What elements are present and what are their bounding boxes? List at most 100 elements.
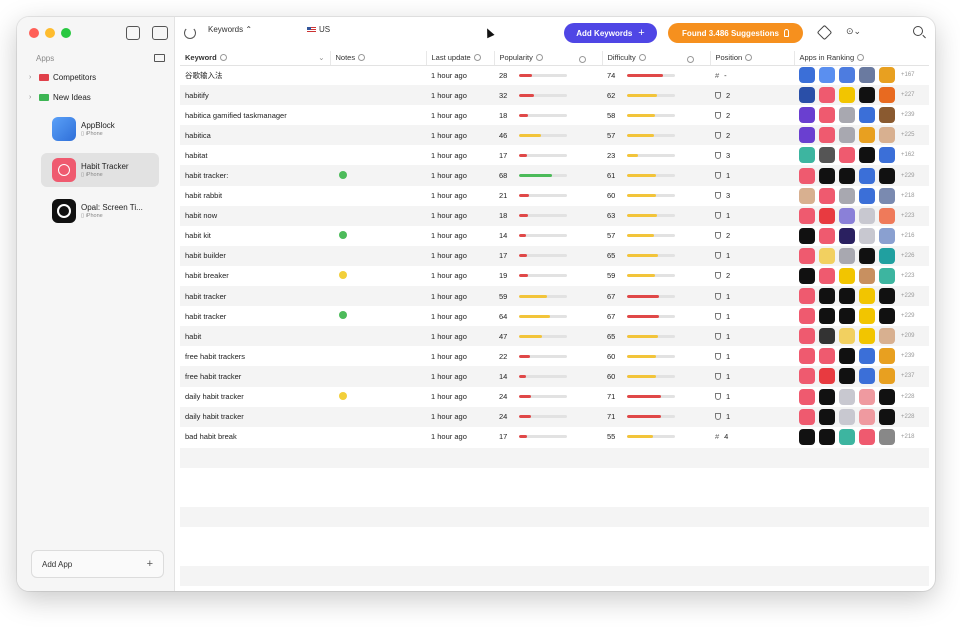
keyword-cell[interactable]: habit now	[180, 205, 330, 226]
add-app-button[interactable]: Add App +	[31, 550, 164, 578]
ranking-app-icon[interactable]	[819, 328, 835, 345]
ranking-app-icon[interactable]	[839, 308, 855, 325]
tag-icon[interactable]	[816, 24, 833, 41]
table-row[interactable]: daily habit tracker 1 hour ago 24 71 1 +228	[180, 406, 929, 427]
ranking-app-icon[interactable]	[879, 87, 895, 104]
ranking-app-icon[interactable]	[819, 368, 835, 385]
search-icon[interactable]	[913, 26, 923, 36]
table-row[interactable]: habit 1 hour ago 47 65 1 +209	[180, 326, 929, 347]
ranking-app-icon[interactable]	[799, 428, 815, 445]
keyword-cell[interactable]: habit tracker:	[180, 165, 330, 186]
ranking-app-icon[interactable]	[879, 408, 895, 425]
table-row[interactable]: habit tracker 1 hour ago 64 67 1 +229	[180, 306, 929, 326]
ranking-app-icon[interactable]	[879, 187, 895, 204]
table-row[interactable]: habitify 1 hour ago 32 62 2 +227	[180, 85, 929, 106]
ranking-app-icon[interactable]	[839, 167, 855, 184]
more-apps-count[interactable]: +162	[901, 152, 915, 158]
ranking-app-icon[interactable]	[859, 288, 875, 305]
ranking-app-icon[interactable]	[799, 187, 815, 204]
ranking-app-icon[interactable]	[839, 127, 855, 144]
table-row[interactable]: free habit trackers 1 hour ago 22 60 1 +239	[180, 346, 929, 366]
table-row[interactable]: habit rabbit 1 hour ago 21 60 3 +218	[180, 186, 929, 206]
chevron-down-icon[interactable]: ⌄	[318, 53, 324, 62]
ranking-app-icon[interactable]	[859, 408, 875, 425]
ranking-app-icon[interactable]	[839, 107, 855, 124]
column-header-popularity[interactable]: Popularity	[494, 51, 603, 66]
keyword-cell[interactable]: free habit trackers	[180, 346, 330, 366]
note-dot-icon[interactable]	[339, 270, 347, 279]
sidebar-app-appblock[interactable]: AppBlock ▯ iPhone	[41, 112, 159, 146]
more-apps-count[interactable]: +225	[901, 132, 915, 138]
table-row[interactable]: free habit tracker 1 hour ago 14 60 1 +237	[180, 366, 929, 387]
keyword-cell[interactable]: habit tracker	[180, 306, 330, 326]
info-icon[interactable]	[638, 53, 646, 61]
notes-cell[interactable]	[330, 326, 426, 347]
more-apps-count[interactable]: +216	[901, 233, 915, 239]
ranking-app-icon[interactable]	[879, 227, 895, 244]
sidebar-app-opal[interactable]: Opal: Screen Ti... ▯ iPhone	[41, 194, 159, 228]
ranking-app-icon[interactable]	[799, 328, 815, 345]
ranking-app-icon[interactable]	[879, 107, 895, 124]
notes-cell[interactable]	[330, 226, 426, 246]
info-icon[interactable]	[857, 54, 865, 62]
ranking-app-icon[interactable]	[819, 87, 835, 104]
keyword-cell[interactable]: habit breaker	[180, 266, 330, 286]
notes-cell[interactable]	[330, 165, 426, 186]
ranking-app-icon[interactable]	[839, 328, 855, 345]
ranking-app-icon[interactable]	[839, 87, 855, 104]
table-row[interactable]: bad habit break 1 hour ago 17 55 #4 +218	[180, 427, 929, 447]
notes-cell[interactable]	[330, 125, 426, 146]
keyword-cell[interactable]: habitica	[180, 125, 330, 146]
more-apps-count[interactable]: +229	[901, 173, 915, 179]
sidebar-group-new-ideas[interactable]: › New Ideas	[29, 93, 91, 102]
ranking-app-icon[interactable]	[859, 167, 875, 184]
note-dot-icon[interactable]	[339, 391, 347, 400]
ranking-app-icon[interactable]	[839, 408, 855, 425]
notes-cell[interactable]	[330, 286, 426, 307]
more-apps-count[interactable]: +218	[901, 434, 915, 440]
info-icon[interactable]	[358, 54, 366, 62]
ranking-app-icon[interactable]	[879, 428, 895, 445]
ranking-app-icon[interactable]	[799, 167, 815, 184]
sidebar-group-competitors[interactable]: › Competitors	[29, 73, 96, 82]
ranking-app-icon[interactable]	[839, 67, 855, 84]
column-header-apps-in-ranking[interactable]: Apps in Ranking	[794, 51, 929, 66]
notes-cell[interactable]	[330, 245, 426, 266]
ranking-app-icon[interactable]	[859, 308, 875, 325]
keyword-cell[interactable]: habit	[180, 326, 330, 347]
more-apps-count[interactable]: +218	[901, 193, 915, 199]
more-apps-count[interactable]: +209	[901, 333, 915, 339]
ranking-app-icon[interactable]	[839, 267, 855, 284]
more-apps-count[interactable]: +223	[901, 213, 915, 219]
keyword-cell[interactable]: habitat	[180, 145, 330, 165]
more-apps-count[interactable]: +227	[901, 92, 915, 98]
ranking-app-icon[interactable]	[859, 348, 875, 365]
ranking-app-icon[interactable]	[879, 167, 895, 184]
column-header-keyword[interactable]: Keyword ⌄	[180, 51, 331, 66]
ranking-app-icon[interactable]	[859, 127, 875, 144]
keyword-cell[interactable]: habit kit	[180, 226, 330, 246]
ranking-app-icon[interactable]	[799, 348, 815, 365]
keyword-cell[interactable]: habitify	[180, 85, 330, 106]
info-icon[interactable]	[535, 53, 543, 61]
keywords-selector[interactable]: Keywords ⌃	[208, 25, 252, 34]
more-apps-count[interactable]: +228	[901, 414, 915, 420]
ranking-app-icon[interactable]	[819, 107, 835, 124]
ranking-app-icon[interactable]	[819, 127, 835, 144]
notes-cell[interactable]	[330, 366, 426, 387]
ranking-app-icon[interactable]	[799, 207, 815, 224]
country-selector[interactable]: US	[307, 25, 330, 34]
ranking-app-icon[interactable]	[879, 388, 895, 405]
notes-cell[interactable]	[330, 105, 426, 125]
ranking-app-icon[interactable]	[839, 348, 855, 365]
ranking-app-icon[interactable]	[799, 147, 815, 164]
ranking-app-icon[interactable]	[879, 368, 895, 385]
note-dot-icon[interactable]	[339, 311, 347, 320]
ranking-app-icon[interactable]	[859, 247, 875, 264]
ranking-app-icon[interactable]	[799, 247, 815, 264]
ranking-app-icon[interactable]	[819, 207, 835, 224]
ranking-app-icon[interactable]	[879, 328, 895, 345]
new-folder-icon[interactable]	[154, 54, 165, 62]
sidebar-toggle-icon[interactable]	[152, 26, 168, 40]
more-apps-count[interactable]: +226	[901, 253, 915, 259]
